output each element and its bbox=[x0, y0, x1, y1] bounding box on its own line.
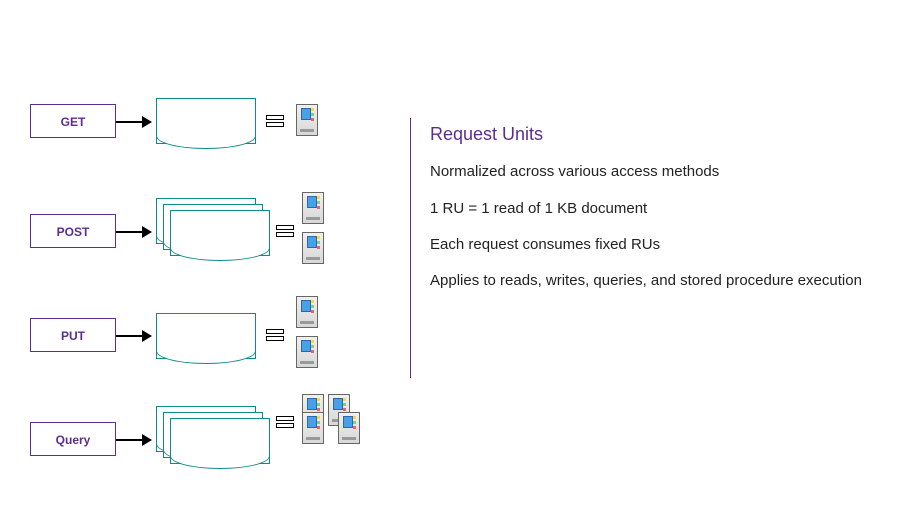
server-icon bbox=[296, 336, 318, 368]
op-box-get: GET bbox=[30, 104, 116, 138]
row-query: Query bbox=[30, 400, 400, 480]
server-icon bbox=[296, 296, 318, 328]
arrow-icon bbox=[116, 329, 152, 343]
row-get: GET bbox=[30, 98, 400, 168]
desc-line-2: 1 RU = 1 read of 1 KB document bbox=[430, 199, 870, 219]
equals-icon bbox=[266, 329, 284, 343]
server-icon bbox=[296, 104, 318, 136]
equals-icon bbox=[266, 115, 284, 129]
server-icon bbox=[302, 412, 324, 444]
vertical-divider bbox=[410, 118, 411, 378]
server-icon bbox=[302, 232, 324, 264]
operations-diagram: GET POST PUT Query bbox=[30, 98, 400, 504]
op-box-put: PUT bbox=[30, 318, 116, 352]
row-put: PUT bbox=[30, 296, 400, 376]
equals-icon bbox=[276, 416, 294, 430]
arrow-icon bbox=[116, 115, 152, 129]
document-icon bbox=[156, 98, 256, 144]
desc-line-4: Applies to reads, writes, queries, and s… bbox=[430, 271, 870, 291]
row-post: POST bbox=[30, 192, 400, 272]
desc-line-3: Each request consumes fixed RUs bbox=[430, 235, 870, 255]
arrow-icon bbox=[116, 433, 152, 447]
server-icon bbox=[338, 412, 360, 444]
heading-request-units: Request Units bbox=[430, 122, 870, 146]
desc-line-1: Normalized across various access methods bbox=[430, 162, 870, 182]
document-icon bbox=[156, 313, 256, 359]
op-box-query: Query bbox=[30, 422, 116, 456]
description-panel: Request Units Normalized across various … bbox=[430, 122, 870, 307]
equals-icon bbox=[276, 225, 294, 239]
op-box-post: POST bbox=[30, 214, 116, 248]
arrow-icon bbox=[116, 225, 152, 239]
server-icon bbox=[302, 192, 324, 224]
